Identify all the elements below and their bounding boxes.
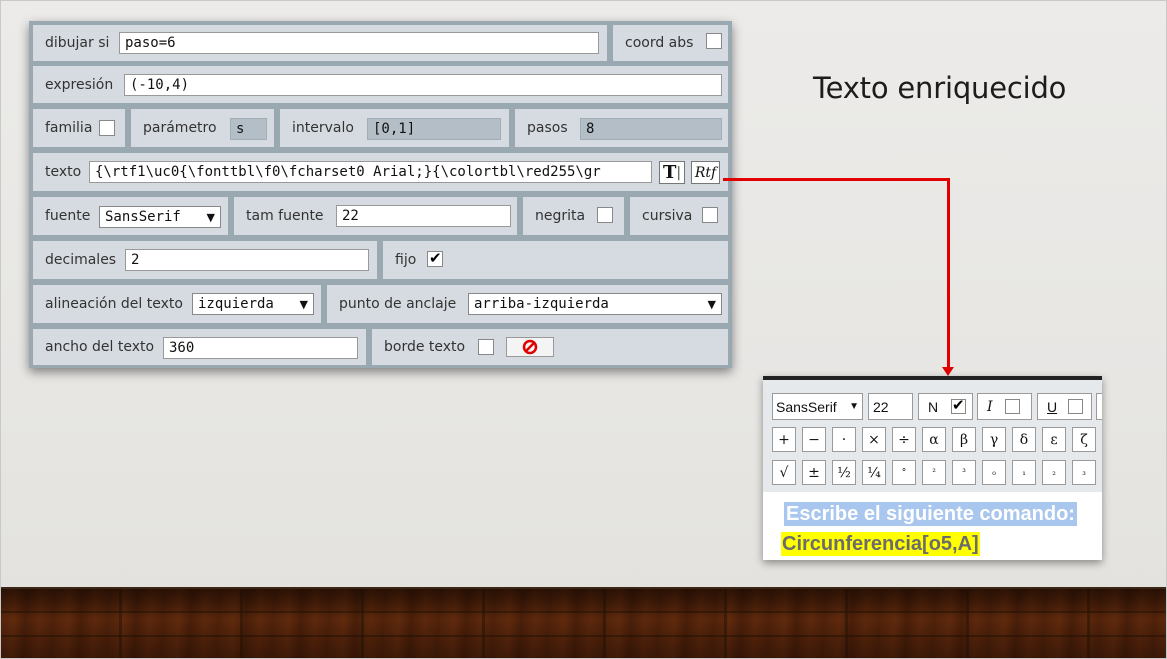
- properties-panel: dibujar si paso=6 coord abs expresión (-…: [29, 21, 732, 368]
- editor-size-input[interactable]: 22: [868, 393, 913, 420]
- font-size-input[interactable]: 22: [336, 205, 511, 227]
- symbol-button[interactable]: ε: [1042, 427, 1066, 452]
- font-select[interactable]: SansSerif ▼: [99, 206, 221, 228]
- anchor-select[interactable]: arriba-izquierda ▼: [468, 293, 722, 315]
- slide: Texto enriquecido dibujar si paso=6 coor…: [0, 0, 1167, 659]
- font-size-label: tam fuente: [246, 208, 324, 224]
- text-align-label: alineación del texto: [45, 296, 183, 312]
- anchor-value: arriba-izquierda: [474, 296, 609, 312]
- symbol-button[interactable]: ₂: [1042, 460, 1066, 485]
- italic-checkbox[interactable]: [702, 207, 718, 223]
- text-border-checkbox[interactable]: [478, 339, 494, 355]
- family-label: familia: [45, 120, 93, 136]
- chevron-down-icon: ▼: [299, 297, 308, 311]
- symbol-button[interactable]: γ: [982, 427, 1006, 452]
- symbol-button[interactable]: ²: [922, 460, 946, 485]
- editor-toolbar: SansSerif ▼ 22 N I U +−·×÷αβγδεζ √±½¼°²³…: [763, 380, 1102, 492]
- symbol-button[interactable]: ½: [832, 460, 856, 485]
- slide-heading: Texto enriquecido: [813, 71, 1067, 105]
- rich-text-editor: SansSerif ▼ 22 N I U +−·×÷αβγδεζ √±½¼°²³…: [763, 376, 1102, 560]
- parameter-label: parámetro: [143, 120, 217, 136]
- plain-text-button[interactable]: T |: [659, 161, 685, 184]
- text-align-value: izquierda: [198, 296, 274, 312]
- text-input[interactable]: {\rtf1\uc0{\fonttbl\f0\fcharset0 Arial;}…: [89, 161, 652, 183]
- symbol-button[interactable]: ³: [952, 460, 976, 485]
- rtf-button-label: Rtf: [694, 164, 717, 181]
- editor-bold-checkbox[interactable]: [951, 396, 966, 414]
- symbol-button[interactable]: ·: [832, 427, 856, 452]
- bold-checkbox[interactable]: [597, 207, 613, 223]
- coord-abs-checkbox[interactable]: [706, 33, 722, 49]
- chevron-down-icon: ▼: [206, 210, 215, 224]
- editor-font-value: SansSerif: [776, 398, 837, 415]
- editor-italic-checkbox[interactable]: [1005, 399, 1020, 414]
- editor-underline-checkbox[interactable]: [1068, 399, 1083, 414]
- symbol-button[interactable]: ÷: [892, 427, 916, 452]
- family-checkbox[interactable]: [99, 120, 115, 136]
- text-border-label: borde texto: [384, 339, 466, 355]
- chevron-down-icon: ▼: [849, 401, 859, 412]
- no-border-button[interactable]: [506, 337, 554, 357]
- plain-text-label: T: [662, 162, 677, 183]
- symbol-button[interactable]: ±: [802, 460, 826, 485]
- italic-label: cursiva: [642, 208, 693, 224]
- expression-input[interactable]: (-10,4): [124, 74, 722, 96]
- steps-label: pasos: [527, 120, 568, 136]
- bold-label: negrita: [535, 208, 586, 224]
- symbol-button[interactable]: +: [772, 427, 796, 452]
- floor-shade: [1, 587, 1166, 658]
- editor-line-2: Circunferencia[o5,A]: [781, 532, 980, 556]
- condition-input[interactable]: paso=6: [119, 32, 599, 54]
- symbol-button[interactable]: β: [952, 427, 976, 452]
- editor-text-area[interactable]: Escribe el siguiente comando: Circunfere…: [763, 492, 1102, 560]
- text-label: texto: [45, 164, 82, 180]
- editor-underline-label: U: [1047, 398, 1058, 415]
- symbol-button[interactable]: ₁: [1012, 460, 1036, 485]
- fixed-label: fijo: [395, 252, 417, 268]
- connector-vertical: [947, 178, 950, 369]
- text-align-select[interactable]: izquierda ▼: [192, 293, 314, 315]
- coord-abs-label: coord abs: [625, 35, 694, 51]
- symbol-button[interactable]: ¼: [862, 460, 886, 485]
- editor-italic-label: I: [987, 398, 993, 415]
- editor-underline-toggle[interactable]: U: [1037, 393, 1092, 420]
- editor-bold-label: N: [928, 398, 939, 415]
- decimals-input[interactable]: 2: [125, 249, 369, 271]
- symbol-button[interactable]: °: [892, 460, 916, 485]
- symbol-button[interactable]: ₀: [982, 460, 1006, 485]
- connector-arrowhead: [942, 367, 954, 376]
- editor-more-toggle[interactable]: [1096, 393, 1102, 420]
- text-width-input[interactable]: 360: [163, 337, 358, 359]
- font-label: fuente: [45, 208, 91, 224]
- steps-field: 8: [580, 118, 722, 140]
- chevron-down-icon: ▼: [707, 297, 716, 311]
- symbol-button[interactable]: ₃: [1072, 460, 1096, 485]
- expression-label: expresión: [45, 76, 114, 93]
- editor-font-select[interactable]: SansSerif ▼: [772, 393, 863, 420]
- symbol-button[interactable]: ×: [862, 427, 886, 452]
- symbol-button[interactable]: √: [772, 460, 796, 485]
- symbol-button[interactable]: α: [922, 427, 946, 452]
- interval-label: intervalo: [292, 120, 354, 136]
- symbol-button[interactable]: ζ: [1072, 427, 1096, 452]
- symbol-button[interactable]: −: [802, 427, 826, 452]
- condition-label: dibujar si: [45, 35, 110, 51]
- rtf-button[interactable]: Rtf: [691, 161, 720, 184]
- prohibited-icon: [522, 339, 538, 355]
- connector-horizontal: [723, 178, 950, 181]
- editor-line-1: Escribe el siguiente comando:: [784, 502, 1077, 526]
- parameter-field: s: [230, 118, 267, 140]
- symbol-button[interactable]: δ: [1012, 427, 1036, 452]
- fixed-checkbox[interactable]: [427, 249, 443, 267]
- interval-field: [0,1]: [367, 118, 501, 140]
- anchor-label: punto de anclaje: [339, 296, 457, 312]
- text-width-label: ancho del texto: [45, 339, 155, 355]
- font-select-value: SansSerif: [105, 209, 181, 225]
- decimals-label: decimales: [45, 252, 117, 268]
